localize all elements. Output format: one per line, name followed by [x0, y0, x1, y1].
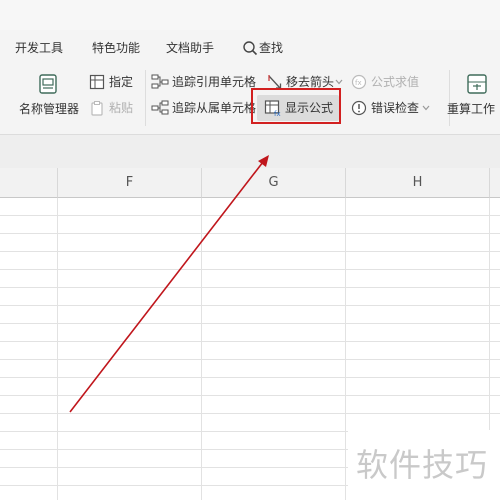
name-manager-label[interactable]: 名称管理器: [19, 102, 79, 116]
search-icon[interactable]: [242, 40, 258, 56]
group-separator: [145, 70, 146, 126]
evaluate-formula-label: 公式求值: [371, 75, 420, 89]
trace-dependents-label[interactable]: 追踪从属单元格: [172, 101, 256, 115]
formula-bar-area: [0, 135, 500, 168]
specify-label[interactable]: 指定: [109, 75, 133, 89]
title-strip: [0, 0, 500, 30]
column-header-f[interactable]: F: [58, 168, 202, 198]
error-checking-icon[interactable]: [351, 100, 367, 116]
remove-arrows-label[interactable]: 移去箭头: [286, 75, 334, 89]
trace-precedents-icon[interactable]: [151, 74, 169, 90]
specify-icon[interactable]: [89, 74, 105, 90]
paste-icon: [91, 101, 103, 116]
tab-search[interactable]: 查找: [259, 40, 283, 56]
recalculate-icon[interactable]: [465, 72, 489, 96]
recalculate-label[interactable]: 重算工作: [447, 102, 495, 116]
trace-precedents-label[interactable]: 追踪引用单元格: [172, 75, 256, 89]
name-manager-icon[interactable]: [36, 72, 60, 96]
chevron-down-icon[interactable]: [422, 105, 430, 111]
paste-label: 粘贴: [109, 101, 134, 115]
tab-dev-tools[interactable]: 开发工具: [15, 40, 63, 56]
error-checking-label[interactable]: 错误检查: [371, 101, 419, 115]
column-header-partial[interactable]: [490, 168, 500, 198]
annotation-highlight-box: [251, 88, 341, 124]
trace-dependents-icon[interactable]: [151, 100, 169, 116]
svg-text:fx: fx: [355, 79, 362, 87]
watermark-text: 软件技巧: [356, 446, 489, 484]
column-header-h[interactable]: H: [346, 168, 490, 198]
evaluate-formula-icon: fx: [351, 74, 367, 90]
group-separator: [449, 70, 450, 126]
chevron-down-icon[interactable]: [335, 79, 343, 85]
tab-special-features[interactable]: 特色功能: [92, 40, 140, 56]
tab-doc-assistant[interactable]: 文档助手: [166, 40, 214, 56]
column-header-partial[interactable]: [0, 168, 58, 198]
column-header-g[interactable]: G: [202, 168, 346, 198]
